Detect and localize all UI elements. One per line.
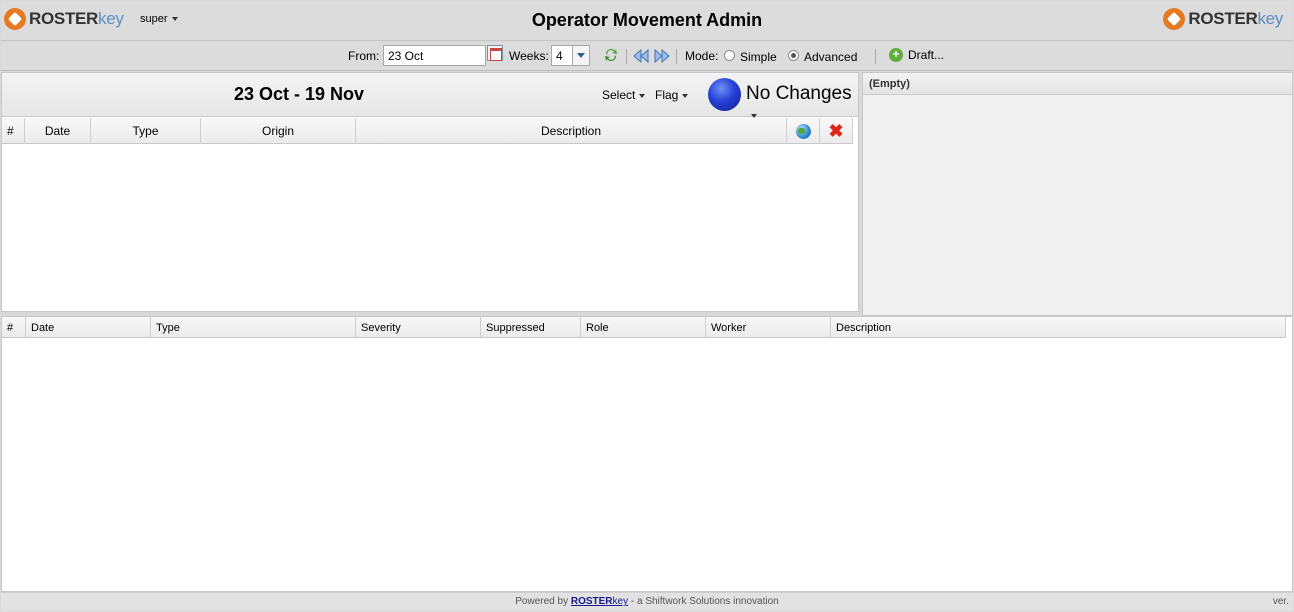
from-date-input[interactable]: 23 Oct: [383, 45, 486, 66]
column-header-role[interactable]: Role: [581, 317, 706, 338]
refresh-icon[interactable]: [603, 47, 619, 63]
weeks-dropdown-button[interactable]: [572, 45, 590, 66]
mode-simple-radio[interactable]: [724, 50, 735, 61]
mode-advanced-label[interactable]: Advanced: [804, 50, 857, 64]
from-label: From:: [348, 49, 380, 63]
column-header-number[interactable]: #: [2, 317, 26, 338]
column-header-description[interactable]: Description: [356, 118, 787, 144]
page-title: Operator Movement Admin: [531, 10, 763, 30]
rosterkey-link[interactable]: ROSTERkey: [571, 596, 628, 607]
toolbar-divider: [676, 49, 677, 64]
column-header-origin[interactable]: Origin: [201, 118, 356, 144]
detail-panel: (Empty): [862, 72, 1293, 316]
column-header-type[interactable]: Type: [151, 317, 356, 338]
column-header-type[interactable]: Type: [91, 118, 201, 144]
delete-column[interactable]: ✖: [820, 118, 853, 144]
weeks-select[interactable]: 4: [551, 45, 573, 66]
movement-grid-header: # Date Type Origin Description ✖: [2, 118, 853, 144]
chevron-down-icon: [682, 93, 689, 98]
powered-by-text: Powered by: [515, 596, 569, 607]
mode-advanced-radio[interactable]: [788, 50, 799, 61]
weeks-label: Weeks:: [509, 49, 549, 63]
column-header-date[interactable]: Date: [26, 317, 151, 338]
toolbar-divider: [875, 49, 876, 64]
movement-panel-header: 23 Oct - 19 Nov Select Flag No Changes: [2, 73, 858, 118]
issues-grid-header: # Date Type Severity Suppressed Role Wor…: [2, 317, 1286, 338]
movement-list-panel: 23 Oct - 19 Nov Select Flag No Changes #…: [1, 72, 859, 312]
draft-button[interactable]: Draft...: [908, 48, 944, 62]
delete-icon[interactable]: ✖: [828, 122, 843, 140]
app-header: ROSTERkey super Operator Movement Admin …: [1, 1, 1293, 41]
mode-label: Mode:: [685, 49, 719, 63]
globe-icon[interactable]: [795, 123, 811, 139]
chevron-down-icon: [639, 93, 646, 98]
column-header-date[interactable]: Date: [25, 118, 91, 144]
select-menu[interactable]: Select: [602, 88, 646, 102]
next-period-icon[interactable]: [653, 49, 670, 63]
issues-grid-panel: # Date Type Severity Suppressed Role Wor…: [1, 316, 1293, 592]
calendar-icon[interactable]: [487, 45, 503, 61]
rosterkey-logo-icon: [1163, 8, 1186, 30]
status-orb-icon: [708, 78, 741, 111]
mode-simple-label[interactable]: Simple: [740, 50, 777, 64]
add-icon[interactable]: +: [889, 48, 903, 62]
column-header-number[interactable]: #: [2, 118, 25, 144]
toolbar: From: 23 Oct Weeks: 4 Mode: Simple Advan…: [1, 42, 1293, 71]
column-header-description[interactable]: Description: [831, 317, 1286, 338]
column-header-worker[interactable]: Worker: [706, 317, 831, 338]
detail-panel-title: (Empty): [863, 73, 1292, 95]
version-label: ver.: [1272, 596, 1289, 607]
rosterkey-logo-right: ROSTERkey: [1163, 7, 1283, 31]
date-range-title: 23 Oct - 19 Nov: [234, 84, 365, 104]
footer: Powered by ROSTERkey - a Shiftwork Solut…: [1, 592, 1293, 611]
column-header-severity[interactable]: Severity: [356, 317, 481, 338]
toolbar-divider: [626, 49, 627, 64]
publish-column[interactable]: [787, 118, 820, 144]
tagline-text: - a Shiftwork Solutions innovation: [630, 596, 779, 607]
column-header-suppressed[interactable]: Suppressed: [481, 317, 581, 338]
previous-period-icon[interactable]: [633, 49, 650, 63]
flag-menu[interactable]: Flag: [655, 88, 689, 102]
